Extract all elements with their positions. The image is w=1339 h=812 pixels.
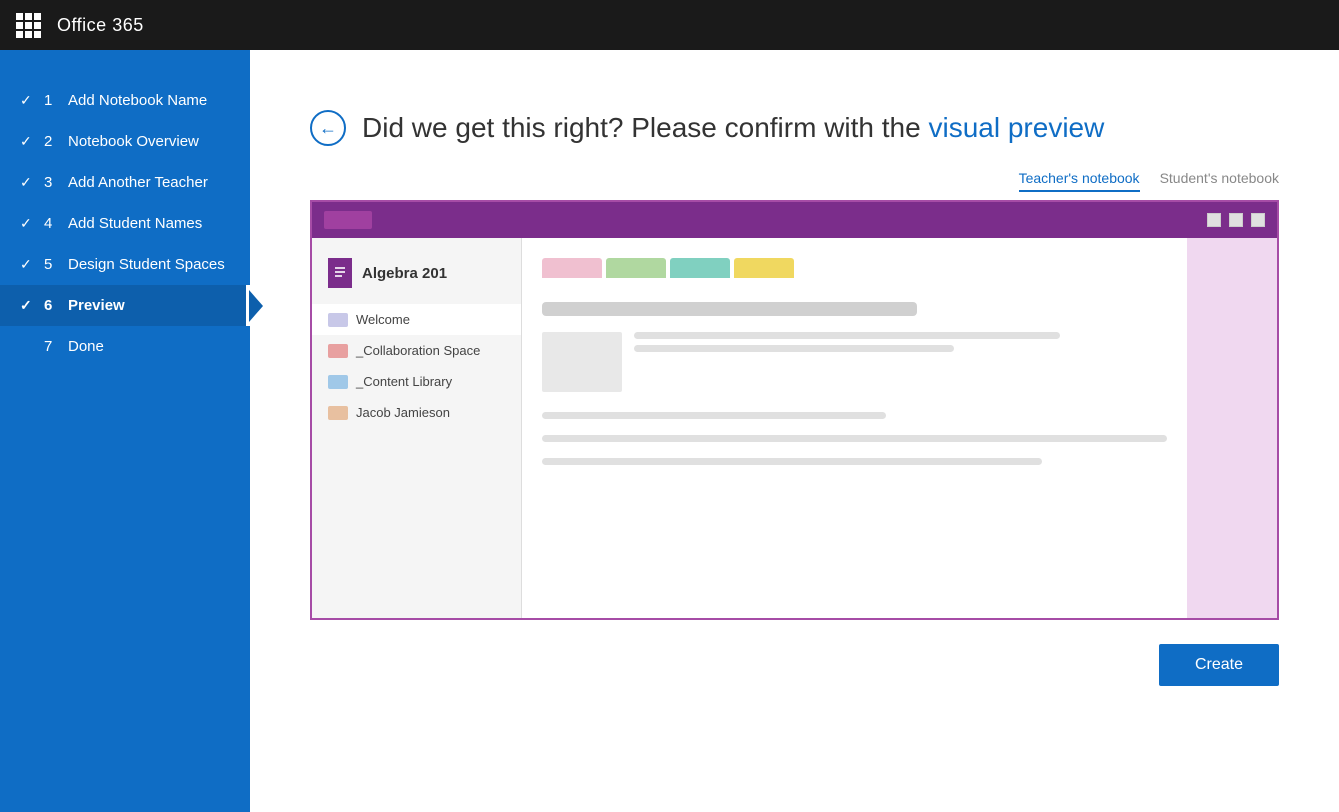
nb-tab-pink[interactable]: [542, 258, 602, 278]
notebook-title-row: Algebra 201: [312, 248, 521, 304]
nb-body-line-2: [542, 435, 1167, 442]
tab-students-notebook[interactable]: Student's notebook: [1160, 170, 1279, 192]
preview-inner: Algebra 201 Welcome _Collaboration Space…: [312, 238, 1277, 618]
sidebar-item-step2[interactable]: ✓ 2 Notebook Overview: [0, 121, 250, 162]
tab-indicator: [324, 211, 372, 229]
step-num-4: 4: [44, 215, 60, 232]
nb-section-jacob[interactable]: Jacob Jamieson: [312, 397, 521, 428]
nb-section-content-lib[interactable]: _Content Library: [312, 366, 521, 397]
title-prefix: Did we get this right? Please confirm wi…: [362, 112, 928, 143]
minimize-icon[interactable]: [1207, 213, 1221, 227]
nb-tab-bar: [542, 258, 1167, 278]
content-area: ← Did we get this right? Please confirm …: [250, 50, 1339, 812]
notebook-content: [522, 238, 1187, 618]
nb-image-placeholder: [542, 332, 622, 392]
sidebar-label-1: Add Notebook Name: [68, 92, 207, 109]
check-icon-6: ✓: [20, 297, 36, 314]
nb-body-line-3: [542, 458, 1042, 465]
preview-box: Algebra 201 Welcome _Collaboration Space…: [310, 200, 1279, 620]
title-highlight: visual preview: [928, 112, 1104, 143]
nb-text-line-1: [634, 332, 1060, 339]
sidebar-item-step3[interactable]: ✓ 3 Add Another Teacher: [0, 162, 250, 203]
sidebar-label-5: Design Student Spaces: [68, 256, 225, 273]
step-num-7: 7: [44, 338, 60, 355]
nb-tab-teal[interactable]: [670, 258, 730, 278]
nb-section-collab[interactable]: _Collaboration Space: [312, 335, 521, 366]
content-lib-section-icon: [328, 375, 348, 389]
tab-teachers-notebook[interactable]: Teacher's notebook: [1019, 170, 1140, 192]
sidebar-item-step7[interactable]: ✓ 7 Done: [0, 326, 250, 367]
step-num-3: 3: [44, 174, 60, 191]
sidebar-label-6: Preview: [68, 297, 125, 314]
check-icon-2: ✓: [20, 133, 36, 150]
app-title: Office 365: [57, 15, 144, 36]
check-icon-3: ✓: [20, 174, 36, 191]
maximize-icon[interactable]: [1229, 213, 1243, 227]
nb-title-line: [542, 302, 917, 316]
nb-right-panel: [1187, 238, 1277, 618]
sidebar-label-3: Add Another Teacher: [68, 174, 208, 191]
step-num-2: 2: [44, 133, 60, 150]
sidebar-item-step1[interactable]: ✓ 1 Add Notebook Name: [0, 80, 250, 121]
preview-top-bar: [312, 202, 1277, 238]
content-header: ← Did we get this right? Please confirm …: [310, 110, 1279, 146]
close-icon[interactable]: [1251, 213, 1265, 227]
jacob-section-icon: [328, 406, 348, 420]
create-button[interactable]: Create: [1159, 644, 1279, 686]
sidebar-label-2: Notebook Overview: [68, 133, 199, 150]
content-footer: Create: [310, 644, 1279, 686]
step-num-5: 5: [44, 256, 60, 273]
sidebar-label-4: Add Student Names: [68, 215, 202, 232]
grid-icon[interactable]: [16, 13, 41, 38]
check-icon-1: ✓: [20, 92, 36, 109]
step-num-1: 1: [44, 92, 60, 109]
notebook-icon: [328, 258, 352, 288]
nb-section-label-collab: _Collaboration Space: [356, 343, 480, 358]
nb-content-row: [542, 332, 1167, 392]
nb-tab-green[interactable]: [606, 258, 666, 278]
collab-section-icon: [328, 344, 348, 358]
sidebar-item-step5[interactable]: ✓ 5 Design Student Spaces: [0, 244, 250, 285]
welcome-section-icon: [328, 313, 348, 327]
nb-section-label-jacob: Jacob Jamieson: [356, 405, 450, 420]
nb-tab-yellow[interactable]: [734, 258, 794, 278]
topbar: Office 365: [0, 0, 1339, 50]
active-arrow: [249, 290, 263, 322]
check-icon-4: ✓: [20, 215, 36, 232]
nb-body-line-1: [542, 412, 886, 419]
sidebar-item-step4[interactable]: ✓ 4 Add Student Names: [0, 203, 250, 244]
nb-section-label-content: _Content Library: [356, 374, 452, 389]
notebook-title: Algebra 201: [362, 265, 447, 282]
sidebar-item-step6[interactable]: ✓ 6 Preview: [0, 285, 250, 326]
step-num-6: 6: [44, 297, 60, 314]
sidebar-label-7: Done: [68, 338, 104, 355]
check-icon-5: ✓: [20, 256, 36, 273]
nb-text-line-2: [634, 345, 954, 352]
main-layout: ✓ 1 Add Notebook Name ✓ 2 Notebook Overv…: [0, 50, 1339, 812]
nb-section-welcome[interactable]: Welcome: [312, 304, 521, 335]
notebook-sidebar: Algebra 201 Welcome _Collaboration Space…: [312, 238, 522, 618]
page-title: Did we get this right? Please confirm wi…: [362, 112, 1104, 144]
nb-text-lines: [634, 332, 1167, 352]
notebook-tabs: Teacher's notebook Student's notebook: [310, 170, 1279, 192]
sidebar: ✓ 1 Add Notebook Name ✓ 2 Notebook Overv…: [0, 50, 250, 812]
back-button[interactable]: ←: [310, 110, 346, 146]
back-arrow-icon: ←: [319, 118, 337, 139]
nb-section-label-welcome: Welcome: [356, 312, 410, 327]
